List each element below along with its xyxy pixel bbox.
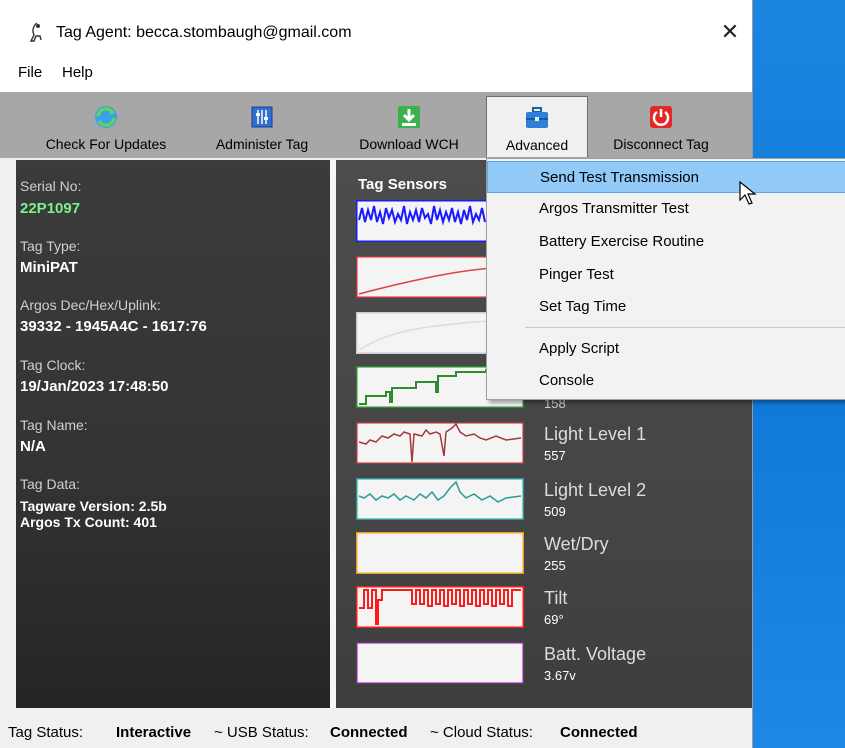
usb-status-value: Connected [330, 724, 408, 741]
menu-separator [525, 327, 845, 328]
tag-type-label: Tag Type: [20, 238, 81, 254]
sensor-value-batt-voltage: 3.67v [544, 668, 576, 683]
sensor-value-light-2: 509 [544, 504, 566, 519]
advanced-button[interactable]: Advanced [486, 96, 588, 157]
download-wch-button[interactable]: Download WCH [346, 96, 472, 156]
sensor-graph-batt-voltage [356, 642, 524, 684]
sensor-name-light-2: Light Level 2 [544, 480, 647, 500]
menu-help[interactable]: Help [62, 64, 93, 81]
sensor-value-tilt: 69° [544, 612, 564, 627]
cloud-status-value: Connected [560, 724, 638, 741]
close-button[interactable]: ✕ [708, 14, 752, 50]
sensor-graph-light-2 [356, 478, 524, 520]
argos-value: 39332 - 1945A4C - 1617:76 [20, 318, 207, 335]
usb-status-label: ~ USB Status: [214, 724, 309, 741]
sensor-name-wet-dry: Wet/Dry [544, 534, 609, 554]
tag-clock-value: 19/Jan/2023 17:48:50 [20, 378, 169, 395]
menu-item-pinger-test[interactable]: Pinger Test [487, 259, 845, 289]
tag-status-value: Interactive [116, 724, 192, 741]
window-title: Tag Agent: becca.stombaugh@gmail.com [56, 24, 352, 41]
power-icon [650, 106, 672, 128]
download-arrow-icon [398, 106, 420, 128]
tag-name-value: N/A [20, 438, 46, 455]
advanced-label: Advanced [505, 137, 569, 153]
argos-label: Argos Dec/Hex/Uplink: [20, 297, 161, 313]
menu-item-apply-script[interactable]: Apply Script [487, 333, 845, 363]
status-bar: Tag Status: Interactive ~ USB Status: Co… [0, 712, 752, 748]
sensor-value-wet-dry: 255 [544, 558, 566, 573]
sliders-icon [251, 106, 273, 128]
sensors-title: Tag Sensors [358, 176, 447, 193]
advanced-dropdown-menu: Send Test Transmission Argos Transmitter… [486, 158, 845, 400]
sensor-graph-light-1 [356, 422, 524, 464]
serial-value: 22P1097 [20, 200, 81, 217]
sensor-value-light-1: 557 [544, 448, 566, 463]
menu-bar [0, 56, 752, 92]
menu-item-send-test-transmission[interactable]: Send Test Transmission [487, 161, 845, 193]
sensor-graph-wet-dry [356, 532, 524, 574]
download-wch-label: Download WCH [359, 136, 459, 152]
menu-item-set-tag-time[interactable]: Set Tag Time [487, 291, 845, 321]
sensor-name-batt-voltage: Batt. Voltage [544, 644, 647, 664]
disconnect-tag-button[interactable]: Disconnect Tag [598, 96, 724, 156]
tagware-version: Tagware Version: 2.5b [20, 498, 167, 514]
administer-tag-label: Administer Tag [215, 136, 309, 152]
refresh-globe-icon [95, 106, 117, 128]
menu-item-battery-exercise-routine[interactable]: Battery Exercise Routine [487, 226, 845, 256]
toolbox-icon [526, 107, 548, 128]
close-icon: ✕ [720, 19, 740, 44]
tag-type-value: MiniPAT [20, 259, 78, 276]
serial-label: Serial No: [20, 178, 82, 194]
cloud-status-label: ~ Cloud Status: [430, 724, 533, 741]
tag-status-label: Tag Status: [8, 724, 84, 741]
check-for-updates-label: Check For Updates [45, 136, 167, 152]
disconnect-tag-label: Disconnect Tag [613, 136, 709, 152]
check-for-updates-button[interactable]: Check For Updates [34, 96, 178, 156]
sensor-name-tilt: Tilt [544, 588, 568, 608]
sensor-name-light-1: Light Level 1 [544, 424, 647, 444]
tag-name-label: Tag Name: [20, 417, 88, 433]
tag-clock-label: Tag Clock: [20, 357, 86, 373]
sensor-graph-tilt [356, 586, 524, 628]
tag-data-label: Tag Data: [20, 476, 80, 492]
mouse-pointer-icon [739, 180, 757, 205]
title-bar: Tag Agent: becca.stombaugh@gmail.com ✕ [0, 0, 752, 56]
menu-file[interactable]: File [18, 64, 42, 81]
menu-item-argos-transmitter-test[interactable]: Argos Transmitter Test [487, 193, 845, 223]
administer-tag-button[interactable]: Administer Tag [204, 96, 320, 156]
menu-item-console[interactable]: Console [487, 365, 845, 395]
argos-tx-count: Argos Tx Count: 401 [20, 514, 157, 530]
app-logo-icon [29, 22, 42, 42]
